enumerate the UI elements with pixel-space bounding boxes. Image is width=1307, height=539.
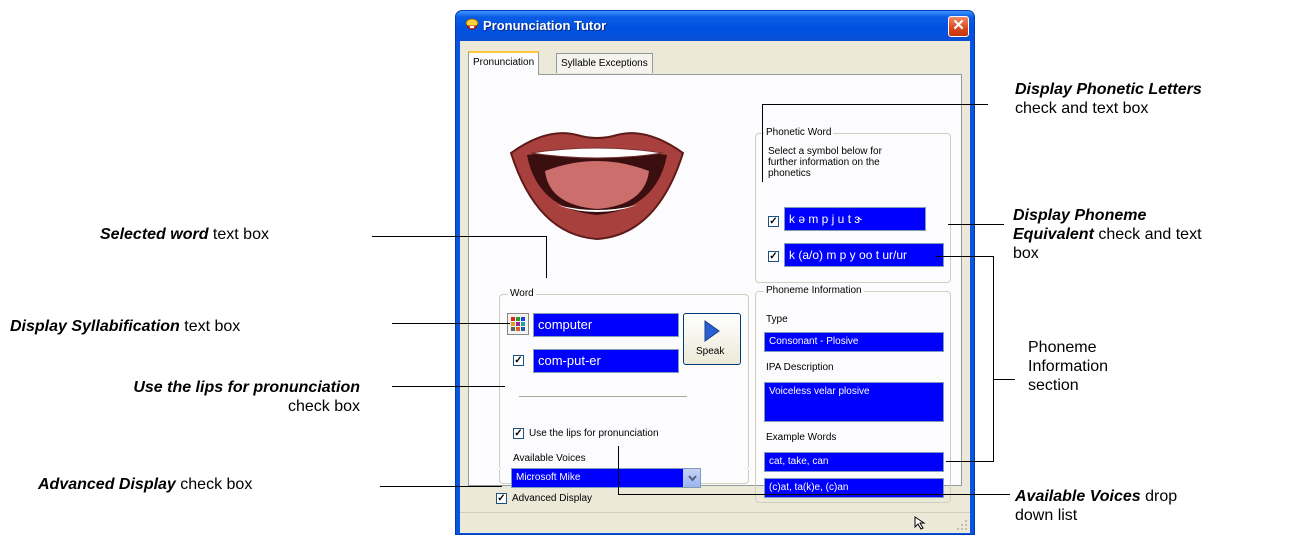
callout-syllabification-bold: Display Syllabification bbox=[10, 318, 180, 335]
callout-lips-bold: Use the lips for pronunciation bbox=[133, 379, 360, 396]
connector-line bbox=[948, 224, 1004, 225]
ipa-description-label: IPA Description bbox=[766, 362, 834, 373]
play-arrow-icon bbox=[704, 320, 720, 342]
title-bar[interactable]: Pronunciation Tutor ✕ bbox=[456, 11, 974, 41]
speak-button[interactable]: Speak bbox=[683, 313, 741, 365]
callout-lips: Use the lips for pronunciation check box bbox=[10, 378, 360, 416]
available-voices-label: Available Voices bbox=[513, 453, 586, 464]
available-voices-dropdown[interactable]: Microsoft Mike bbox=[511, 468, 701, 488]
callout-phonetic-letters-bold: Display Phonetic Letters bbox=[1015, 81, 1202, 98]
pronunciation-tab-panel: Phonetic Word Select a symbol below for … bbox=[468, 74, 962, 503]
syllabification-checkbox[interactable]: ✓ bbox=[513, 355, 524, 366]
callout-syllabification-rest: text box bbox=[179, 318, 241, 335]
window-title: Pronunciation Tutor bbox=[483, 18, 607, 33]
advanced-display-checkbox[interactable]: ✓ bbox=[496, 493, 507, 504]
phoneme-information-group-title: Phoneme Information bbox=[764, 285, 864, 296]
separator bbox=[519, 396, 687, 401]
phoneme-equivalent-textbox[interactable]: k (a/o) m p y oo t ur/ur bbox=[784, 243, 944, 267]
callout-phonetic-letters: Display Phonetic Letters check and text … bbox=[1015, 80, 1202, 118]
voice-selected-value: Microsoft Mike bbox=[516, 472, 581, 483]
chevron-down-icon bbox=[688, 475, 697, 482]
phoneme-information-group: Phoneme Information Type Consonant - Plo… bbox=[755, 285, 951, 503]
connector-line bbox=[546, 236, 547, 278]
connector-line bbox=[762, 104, 988, 105]
dialog-client-area: Pronunciation Syllable Exceptions Phonet… bbox=[460, 41, 970, 533]
color-grid-icon bbox=[511, 317, 525, 331]
callout-phoneme-information: Phoneme Information section bbox=[1028, 338, 1108, 395]
callout-selected-word-bold: Selected word bbox=[100, 226, 209, 243]
callout-phoneme-equivalent: Display Phoneme Equivalent check and tex… bbox=[1013, 206, 1202, 263]
speak-label: Speak bbox=[696, 346, 725, 357]
callout-phoneme-info-line1: Phoneme bbox=[1028, 339, 1097, 356]
close-icon: ✕ bbox=[952, 17, 965, 34]
phoneme-equivalent-checkbox[interactable]: ✓ bbox=[768, 251, 779, 262]
type-value-textbox[interactable]: Consonant - Plosive bbox=[764, 332, 944, 352]
connector-line bbox=[993, 379, 1015, 380]
phonetic-letters-checkbox[interactable]: ✓ bbox=[768, 216, 779, 227]
color-grid-button[interactable] bbox=[507, 313, 529, 335]
resize-pointer-icon bbox=[914, 516, 926, 530]
word-group: Word computer ✓ com-put-er Speak ✓ Use t… bbox=[499, 288, 749, 470]
phonetic-letters-textbox[interactable]: k ə m p j u t ɝ bbox=[784, 207, 926, 231]
use-lips-label: Use the lips for pronunciation bbox=[529, 428, 659, 439]
callout-selected-word: Selected word text box bbox=[100, 225, 269, 244]
callout-advanced-rest: check box bbox=[175, 476, 253, 493]
callout-lips-rest: check box bbox=[287, 398, 360, 415]
use-lips-checkbox[interactable]: ✓ bbox=[513, 428, 524, 439]
syllabification-textbox[interactable]: com-put-er bbox=[533, 349, 679, 373]
tab-pronunciation[interactable]: Pronunciation bbox=[468, 51, 540, 75]
callout-phonetic-letters-rest: check and text box bbox=[1015, 100, 1149, 117]
phonetic-word-group: Phonetic Word Select a symbol below for … bbox=[755, 127, 951, 283]
advanced-display-label: Advanced Display bbox=[512, 493, 593, 504]
word-group-title: Word bbox=[508, 288, 536, 299]
callout-phoneme-equiv-bold1: Display Phoneme bbox=[1013, 207, 1147, 224]
phonetic-instructions: Select a symbol below for further inform… bbox=[768, 146, 882, 179]
callout-advanced-bold: Advanced Display bbox=[38, 476, 176, 493]
phonetic-word-group-title: Phonetic Word bbox=[764, 127, 834, 138]
selected-word-textbox[interactable]: computer bbox=[533, 313, 679, 337]
connector-line bbox=[936, 256, 994, 257]
connector-line bbox=[946, 461, 994, 462]
callout-phoneme-info-line3: section bbox=[1028, 377, 1079, 394]
connector-line bbox=[762, 104, 763, 182]
example-words-label: Example Words bbox=[766, 432, 837, 443]
callout-advanced: Advanced Display check box bbox=[38, 475, 252, 494]
callout-voices-rest1: drop bbox=[1140, 488, 1178, 505]
connector-line bbox=[392, 386, 505, 387]
callout-phoneme-equiv-rest1: check and text bbox=[1093, 226, 1202, 243]
connector-line bbox=[372, 236, 546, 237]
callout-voices-bold: Available Voices bbox=[1015, 488, 1141, 505]
example-words-marked-textbox[interactable]: (c)at, ta(k)e, (c)an bbox=[764, 478, 944, 498]
pronunciation-tutor-icon bbox=[465, 18, 479, 30]
callout-phoneme-equiv-bold2: Equivalent bbox=[1013, 226, 1094, 243]
callout-selected-word-rest: text box bbox=[208, 226, 269, 243]
status-bar bbox=[460, 512, 970, 533]
callout-phoneme-equiv-rest2: box bbox=[1013, 245, 1039, 262]
tab-syllable-exceptions[interactable]: Syllable Exceptions bbox=[556, 53, 653, 73]
connector-line bbox=[380, 486, 502, 487]
callout-voices-rest2: down list bbox=[1015, 507, 1078, 524]
ipa-description-textbox[interactable]: Voiceless velar plosive bbox=[764, 382, 944, 422]
connector-line bbox=[392, 323, 510, 324]
size-grip-icon[interactable] bbox=[956, 519, 968, 531]
callout-syllabification: Display Syllabification text box bbox=[10, 317, 240, 336]
pronunciation-tutor-window: Pronunciation Tutor ✕ Pronunciation Syll… bbox=[455, 10, 975, 535]
example-words-textbox[interactable]: cat, take, can bbox=[764, 452, 944, 472]
connector-line bbox=[993, 256, 994, 462]
dropdown-arrow-button[interactable] bbox=[683, 469, 700, 487]
connector-line bbox=[618, 494, 1010, 495]
connector-line bbox=[618, 446, 619, 494]
callout-available-voices: Available Voices drop down list bbox=[1015, 487, 1177, 525]
mouth-lips-illustration bbox=[509, 132, 685, 241]
type-label: Type bbox=[766, 314, 788, 325]
callout-phoneme-info-line2: Information bbox=[1028, 358, 1109, 375]
close-button[interactable]: ✕ bbox=[948, 16, 969, 37]
